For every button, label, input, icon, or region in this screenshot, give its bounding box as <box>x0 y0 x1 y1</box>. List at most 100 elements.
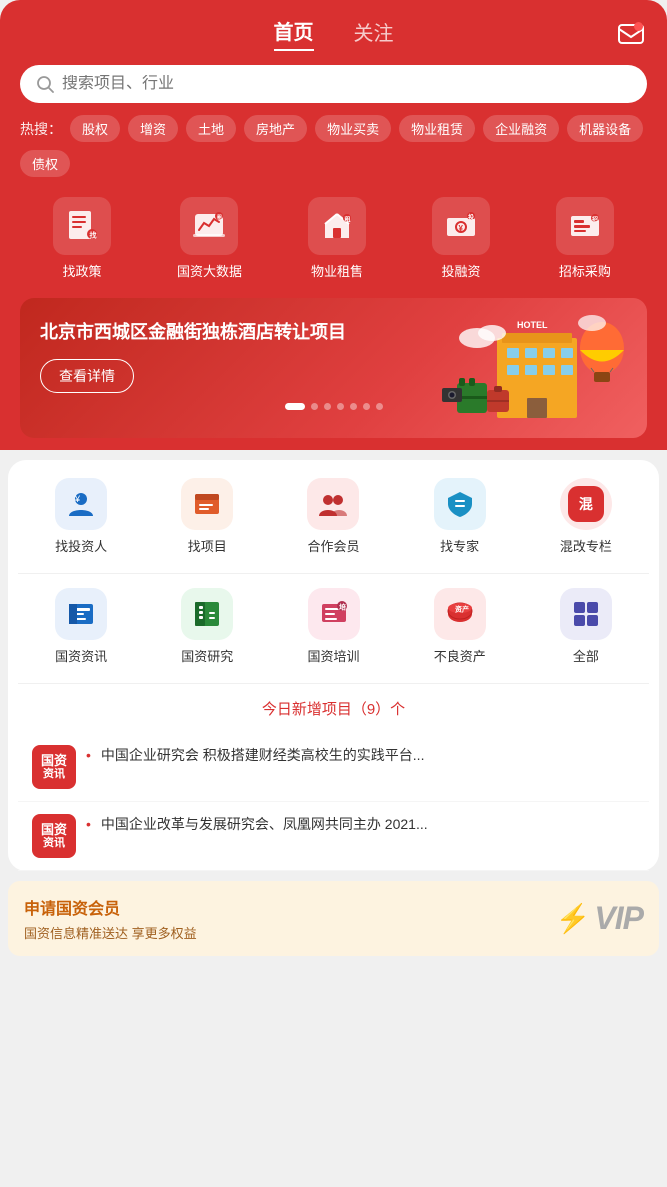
icon-bigdata[interactable]: 租 国资大数据 <box>177 197 242 280</box>
hot-tag-realestate[interactable]: 房地产 <box>244 115 307 142</box>
divider-1 <box>18 573 649 574</box>
func-label-project: 找项目 <box>188 536 227 555</box>
func-icon-bad-asset: 资产 <box>434 588 486 640</box>
dot-5[interactable] <box>350 403 357 410</box>
news-tag2-line1: 国资 <box>41 822 67 838</box>
svg-text:招: 招 <box>592 216 598 224</box>
banner-illustration: HOTEL <box>437 308 637 428</box>
icon-invest[interactable]: ¥ 投 投融资 <box>432 197 490 280</box>
svg-text:培: 培 <box>339 603 346 612</box>
func-bad-asset[interactable]: 资产 不良资产 <box>434 588 486 665</box>
icon-label-rent: 物业租售 <box>311 261 363 280</box>
func-label-training: 国资培训 <box>308 646 360 665</box>
tab-home[interactable]: 首页 <box>274 16 314 51</box>
dot-3[interactable] <box>324 403 331 410</box>
func-label-member: 合作会员 <box>307 536 359 555</box>
news-tag2-line2: 资讯 <box>43 837 65 850</box>
func-label-bad-asset: 不良资产 <box>434 646 486 665</box>
func-all[interactable]: 全部 <box>560 588 612 665</box>
func-label-all: 全部 <box>573 646 599 665</box>
hot-tag-equipment[interactable]: 机器设备 <box>567 115 643 142</box>
app-container: 首页 关注 热搜： 股权 增资 土地 房地产 <box>0 0 667 1187</box>
banner-title: 北京市西城区金融街独栋酒店转让项目 <box>40 320 363 345</box>
icon-box-policy: 找 <box>53 197 111 255</box>
hot-tag-enterprise[interactable]: 企业融资 <box>483 115 559 142</box>
news-list: 国资 资讯 • 中国企业研究会 积极搭建财经类高校生的实践平台... 国资 资讯… <box>18 733 649 871</box>
svg-text:租: 租 <box>216 214 222 221</box>
icon-label-invest: 投融资 <box>441 261 480 280</box>
hot-tag-debt[interactable]: 债权 <box>20 150 70 177</box>
func-icon-mixed: 混 <box>560 478 612 530</box>
banner-detail-button[interactable]: 查看详情 <box>40 359 134 393</box>
icon-box-bigdata: 租 <box>180 197 238 255</box>
icon-grid: 找 找政策 租 国资大数据 <box>20 197 647 280</box>
hot-tag-property-rent[interactable]: 物业租赁 <box>399 115 475 142</box>
news-item-2[interactable]: 国资 资讯 • 中国企业改革与发展研究会、凤凰网共同主办 2021... <box>18 802 649 871</box>
func-icon-training: 培 <box>308 588 360 640</box>
search-input[interactable] <box>62 75 631 93</box>
message-icon[interactable] <box>615 18 647 50</box>
icon-bid[interactable]: 招 招标采购 <box>556 197 614 280</box>
func-icon-project <box>181 478 233 530</box>
func-project[interactable]: 找项目 <box>181 478 233 555</box>
func-icon-expert <box>434 478 486 530</box>
func-icon-research <box>181 588 233 640</box>
svg-text:¥: ¥ <box>74 494 81 504</box>
icon-rent[interactable]: 租 物业租售 <box>308 197 366 280</box>
hot-search: 热搜： 股权 增资 土地 房地产 物业买卖 物业租赁 企业融资 机器设备 债权 <box>20 115 647 177</box>
func-label-investor: 找投资人 <box>55 536 107 555</box>
func-label-mixed: 混改专栏 <box>560 536 612 555</box>
dot-4[interactable] <box>337 403 344 410</box>
dot-7[interactable] <box>376 403 383 410</box>
news-tag-2: 国资 资讯 <box>32 814 76 858</box>
svg-text:租: 租 <box>344 216 350 224</box>
hot-label: 热搜： <box>20 119 62 139</box>
func-expert[interactable]: 找专家 <box>434 478 486 555</box>
icon-box-bid: 招 <box>556 197 614 255</box>
hot-tag-equity[interactable]: 股权 <box>70 115 120 142</box>
func-icon-news <box>55 588 107 640</box>
hot-tag-property-trade[interactable]: 物业买卖 <box>315 115 391 142</box>
icon-box-invest: ¥ 投 <box>432 197 490 255</box>
func-label-research: 国资研究 <box>181 646 233 665</box>
header-tabs: 首页 关注 <box>20 16 647 51</box>
banner: 北京市西城区金融街独栋酒店转让项目 查看详情 HOTEL <box>20 298 647 438</box>
svg-text:投: 投 <box>468 214 475 222</box>
search-icon <box>36 75 54 93</box>
banner-text: 北京市西城区金融街独栋酒店转让项目 查看详情 <box>40 320 363 393</box>
func-label-news: 国资资讯 <box>55 646 107 665</box>
hot-tag-capital[interactable]: 增资 <box>128 115 178 142</box>
func-investor[interactable]: ¥ 找投资人 <box>55 478 107 555</box>
news-tag-line1: 国资 <box>41 753 67 769</box>
hot-tag-land[interactable]: 土地 <box>186 115 236 142</box>
func-icon-investor: ¥ <box>55 478 107 530</box>
vip-left: 申请国资会员 国资信息精准送达 享更多权益 <box>24 895 197 942</box>
func-grid-row1: ¥ 找投资人 找项目 <box>18 478 649 555</box>
search-bar[interactable] <box>20 65 647 103</box>
func-mixed[interactable]: 混 混改专栏 <box>560 478 612 555</box>
news-text-1: 中国企业研究会 积极搭建财经类高校生的实践平台... <box>101 745 425 766</box>
news-text-2: 中国企业改革与发展研究会、凤凰网共同主办 2021... <box>101 814 428 835</box>
vip-subtitle: 国资信息精准送达 享更多权益 <box>24 923 197 942</box>
func-member[interactable]: 合作会员 <box>307 478 359 555</box>
func-label-expert: 找专家 <box>440 536 479 555</box>
news-item-1[interactable]: 国资 资讯 • 中国企业研究会 积极搭建财经类高校生的实践平台... <box>18 733 649 802</box>
svg-text:找: 找 <box>89 231 96 240</box>
svg-text:¥: ¥ <box>458 224 463 233</box>
dot-1[interactable] <box>285 403 305 410</box>
header: 首页 关注 热搜： 股权 增资 土地 房地产 <box>0 0 667 450</box>
func-icon-member <box>307 478 359 530</box>
icon-label-policy: 找政策 <box>62 261 101 280</box>
tab-follow[interactable]: 关注 <box>354 17 394 50</box>
func-training[interactable]: 培 国资培训 <box>308 588 360 665</box>
dot-2[interactable] <box>311 403 318 410</box>
icon-label-bigdata: 国资大数据 <box>177 261 242 280</box>
icon-policy[interactable]: 找 找政策 <box>53 197 111 280</box>
func-research[interactable]: 国资研究 <box>181 588 233 665</box>
vip-banner[interactable]: 申请国资会员 国资信息精准送达 享更多权益 ⚡ VIP <box>8 881 659 956</box>
vip-badge: VIP <box>594 900 643 937</box>
func-news[interactable]: 国资资讯 <box>55 588 107 665</box>
func-grid-row2: 国资资讯 国资研究 <box>18 588 649 665</box>
icon-label-bid: 招标采购 <box>559 261 611 280</box>
dot-6[interactable] <box>363 403 370 410</box>
